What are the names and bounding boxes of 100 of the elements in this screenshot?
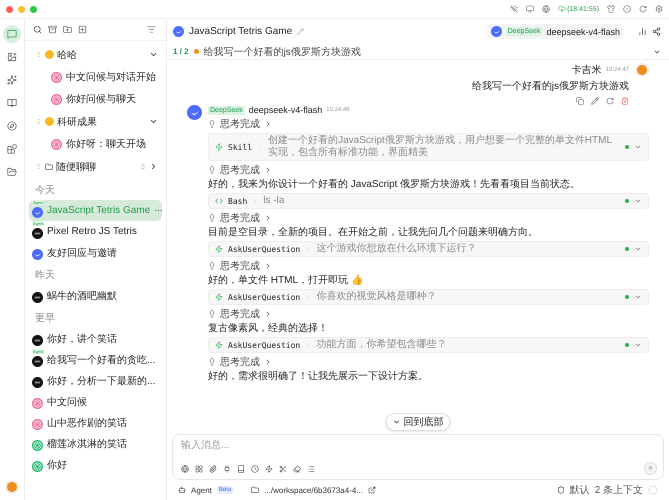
thinking-toggle[interactable]: 思考完成	[208, 211, 649, 225]
new-chat-icon[interactable]	[78, 25, 87, 34]
settings-icon[interactable]	[655, 5, 663, 13]
filter-icon[interactable]	[147, 25, 156, 34]
context-count: 2 条上下文	[594, 484, 643, 497]
chevron-down-icon[interactable]	[149, 50, 158, 59]
clock-icon[interactable]	[251, 464, 259, 472]
paperclip-icon[interactable]	[209, 464, 217, 472]
tool-call-row[interactable]: AskUserQuestion 功能方面，你希望包含哪些？	[208, 337, 649, 353]
circle-icon[interactable]	[623, 5, 631, 13]
thinking-toggle[interactable]: 思考完成	[208, 355, 649, 369]
chat-item[interactable]: 中文问候与对话开始	[29, 66, 162, 88]
tool-call-row[interactable]: Skill 创建一个好看的JavaScript俄罗斯方块游戏，用户想要一个完整的单文件HTML实现，包含所有标准功能，界面精美	[208, 133, 649, 161]
list-icon[interactable]	[307, 464, 315, 472]
chat-title: 友好回应与邀请	[47, 246, 117, 260]
book-icon	[7, 98, 17, 108]
ring-avatar-icon	[51, 72, 62, 82]
folder-icon	[7, 167, 17, 177]
ring-avatar-icon	[51, 94, 62, 104]
chevron-right-icon	[252, 198, 258, 204]
chat-item[interactable]: 榴莲冰淇淋的笑话	[29, 433, 162, 454]
chat-item[interactable]: 你好呀：聊天开场	[29, 133, 162, 155]
chevron-right-icon	[264, 262, 272, 270]
dark-avatar-icon	[32, 356, 43, 367]
chevron-right-icon	[305, 342, 312, 348]
lightbulb-icon	[208, 262, 216, 270]
refresh-icon[interactable]	[639, 5, 647, 13]
bar-chart-icon[interactable]	[638, 27, 647, 36]
globe-icon[interactable]	[542, 5, 550, 13]
lightning-icon[interactable]	[265, 464, 273, 472]
chat-item[interactable]: 你好	[29, 454, 162, 475]
chat-title: 你好，讲个笑话	[47, 332, 117, 346]
mode-label[interactable]: Agent	[191, 486, 212, 494]
refresh-icon[interactable]	[606, 97, 614, 105]
scroll-to-bottom-button[interactable]: 回到底部	[386, 413, 450, 431]
chat-item[interactable]: 你好，分析一下最新的...	[29, 370, 162, 391]
chat-item[interactable]: 山中恶作剧的笑话	[29, 412, 162, 433]
tool-call-row[interactable]: Bash ls -la	[208, 193, 649, 209]
compass-icon	[7, 121, 17, 131]
chat-item[interactable]: 你好问候与聊天	[29, 88, 162, 110]
group-row[interactable]: 随便聊聊	[29, 155, 162, 178]
pumpkin-icon	[194, 49, 199, 54]
tool-call-row[interactable]: AskUserQuestion 你喜欢的视觉风格是哪种？	[208, 289, 649, 305]
group-row[interactable]: 科研成果	[29, 110, 162, 133]
chat-title: 你好问候与聊天	[66, 92, 136, 106]
plug-icon[interactable]	[223, 464, 231, 472]
chat-title: 蜗牛的酒吧幽默	[47, 290, 117, 302]
grid-icon[interactable]	[195, 464, 203, 472]
chevron-right-icon	[264, 166, 272, 174]
globe-icon[interactable]	[181, 464, 189, 472]
tool-detail: 创建一个好看的JavaScript俄罗斯方块游戏，用户想要一个完整的单文件HTML实现，包含所有标准功能，界面精美	[268, 135, 613, 159]
group-row[interactable]: 哈哈	[29, 43, 162, 66]
tool-name: Bash	[228, 196, 248, 206]
book-icon[interactable]	[237, 464, 245, 472]
whale-avatar-icon	[32, 207, 43, 218]
chevron-right-icon[interactable]	[149, 162, 158, 171]
chat-item[interactable]: 你好，讲个笑话	[29, 328, 162, 349]
lightning-icon	[215, 341, 223, 349]
rail-button[interactable]	[3, 25, 21, 43]
folder-plus-icon[interactable]	[63, 25, 72, 34]
section-label: 更早	[34, 312, 56, 326]
scissors-icon[interactable]	[279, 464, 287, 472]
lightning-icon	[215, 293, 223, 301]
share-icon[interactable]	[652, 27, 661, 36]
external-link-icon[interactable]	[368, 486, 376, 494]
message-input[interactable]: 输入消息...	[181, 440, 657, 451]
copy-icon[interactable]	[576, 97, 584, 105]
chat-title: 中文问候与对话开始	[66, 70, 156, 84]
chat-item[interactable]: 中文问候	[29, 391, 162, 412]
lightning-icon	[215, 143, 223, 151]
shirt-icon[interactable]	[607, 5, 615, 13]
workspace-path[interactable]: .../workspace/6b3673a4-4...	[264, 486, 363, 494]
eraser-icon[interactable]	[293, 464, 301, 472]
thinking-toggle[interactable]: 思考完成	[208, 259, 649, 273]
status-dot	[625, 247, 629, 251]
folder-icon	[45, 162, 53, 170]
archive-icon[interactable]	[48, 25, 57, 34]
search-icon[interactable]	[33, 25, 42, 34]
whale-avatar-icon	[32, 249, 43, 260]
thinking-toggle[interactable]: 思考完成	[208, 163, 649, 177]
chat-title: JavaScript Tetris Game	[189, 26, 292, 37]
thinking-toggle[interactable]: 思考完成	[208, 307, 649, 321]
close-button[interactable]	[6, 6, 13, 12]
chevron-down-icon[interactable]	[149, 117, 158, 126]
tool-call-row[interactable]: AskUserQuestion 这个游戏你想放在什么环境下运行？	[208, 241, 649, 257]
chat-item[interactable]: 友好回应与邀请	[29, 242, 162, 263]
chat-item[interactable]: 蜗牛的酒吧幽默	[29, 285, 162, 306]
trash-icon[interactable]	[621, 97, 629, 105]
permission-label[interactable]: 默认	[570, 483, 590, 497]
lightning-icon	[215, 245, 223, 253]
dark-avatar-icon	[32, 377, 43, 388]
pencil-icon[interactable]	[591, 97, 599, 105]
section-label: 昨天	[34, 269, 56, 283]
thread-position: 1 / 2	[173, 47, 189, 56]
monitor-icon[interactable]	[526, 5, 534, 13]
group-label: 科研成果	[57, 116, 98, 128]
group-label: 哈哈	[57, 48, 78, 62]
thinking-toggle[interactable]: 思考完成	[208, 117, 649, 131]
chevron-right-icon	[305, 294, 312, 300]
crossed-icon[interactable]	[510, 5, 518, 13]
